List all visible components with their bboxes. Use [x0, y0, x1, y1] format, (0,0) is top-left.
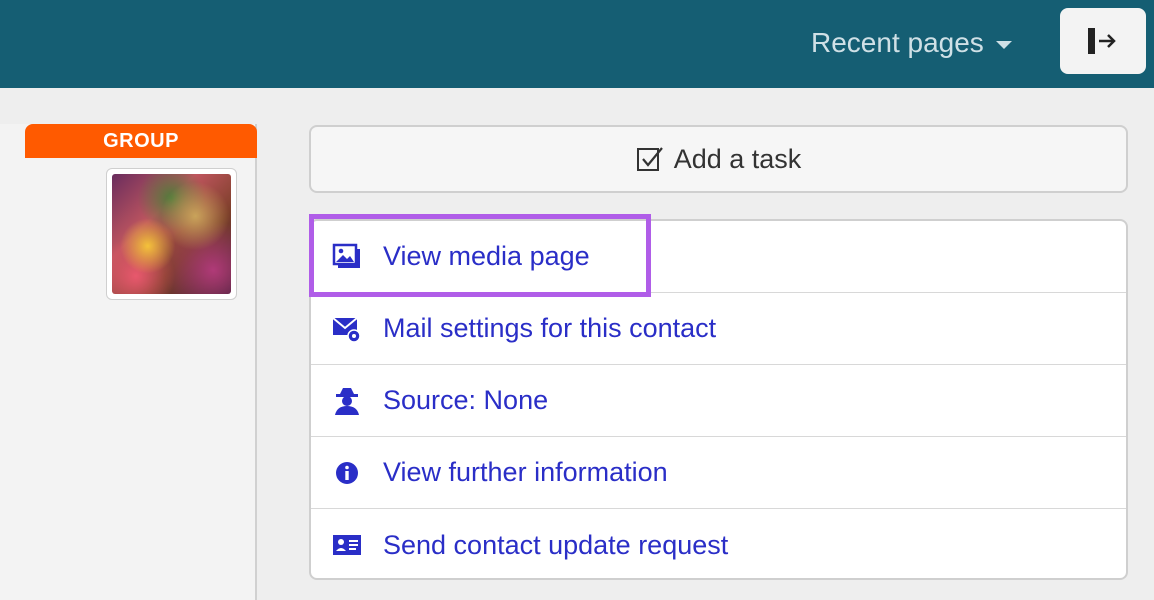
logout-icon: [1088, 28, 1116, 54]
contact-card-icon: [331, 529, 363, 561]
add-task-button[interactable]: Add a task: [309, 125, 1128, 193]
group-tab: GROUP: [25, 124, 257, 158]
list-item-label: View media page: [383, 241, 590, 271]
list-item-label: Mail settings for this contact: [383, 313, 717, 343]
top-bar: Recent pages: [0, 0, 1154, 88]
further-info-link[interactable]: View further information: [311, 437, 1126, 509]
source-link[interactable]: Source: None: [311, 365, 1126, 437]
recent-pages-dropdown[interactable]: Recent pages: [811, 26, 1012, 60]
view-media-page-link[interactable]: View media page: [311, 221, 1126, 293]
media-icon: [331, 241, 363, 273]
logout-button[interactable]: [1060, 8, 1146, 74]
add-task-label: Add a task: [673, 143, 802, 174]
spy-icon: [331, 385, 363, 417]
chevron-down-icon: [995, 41, 1012, 49]
info-icon: [331, 457, 363, 489]
mail-settings-icon: [331, 313, 363, 345]
recent-pages-label: Recent pages: [811, 27, 984, 58]
checkbox-icon: [636, 147, 663, 171]
contact-update-link[interactable]: Send contact update request: [311, 509, 1126, 578]
list-item-label: Send contact update request: [383, 529, 729, 560]
group-label: GROUP: [103, 129, 179, 152]
list-item-label: Source: None: [383, 385, 549, 415]
thumbnail-image: [112, 174, 231, 294]
media-thumbnail[interactable]: [106, 168, 237, 300]
list-item-label: View further information: [383, 457, 668, 487]
mail-settings-link[interactable]: Mail settings for this contact: [311, 293, 1126, 365]
actions-list: View media page Mail settings for this c…: [309, 219, 1128, 580]
